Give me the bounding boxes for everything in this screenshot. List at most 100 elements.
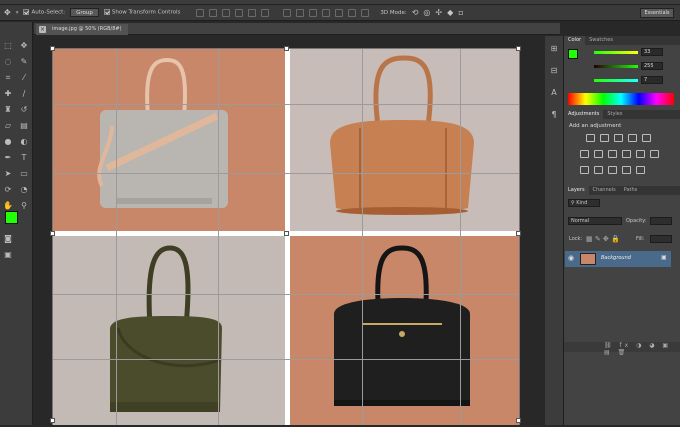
tab-styles[interactable]: Styles — [603, 110, 626, 119]
green-slider[interactable] — [594, 65, 638, 68]
history-panel-icon[interactable]: ⊞ — [549, 44, 559, 54]
paragraph-panel-icon[interactable]: ¶ — [549, 110, 559, 120]
black-white-icon[interactable] — [608, 150, 617, 158]
distribute-top-icon[interactable] — [283, 8, 292, 17]
curves-icon[interactable] — [614, 134, 623, 142]
color-lookup-icon[interactable] — [650, 150, 659, 158]
transform-handle[interactable] — [516, 418, 521, 423]
visibility-eye-icon[interactable]: ◉ — [568, 254, 574, 262]
align-top-icon[interactable] — [196, 8, 205, 17]
auto-select-dropdown[interactable]: Group — [70, 8, 99, 17]
posterize-icon[interactable] — [594, 166, 603, 174]
lasso-tool-icon[interactable]: ◌ — [3, 57, 13, 67]
brush-tool-icon[interactable]: ∕ — [19, 89, 29, 99]
show-transform-checkbox[interactable]: Show Transform Controls — [103, 9, 180, 16]
align-left-icon[interactable] — [235, 8, 244, 17]
slide-3d-icon[interactable]: ◆ — [447, 8, 453, 17]
layer-name[interactable]: Background — [601, 255, 631, 261]
drag-3d-icon[interactable]: ✢ — [435, 8, 442, 17]
blue-value[interactable]: 7 — [641, 76, 663, 84]
align-bottom-icon[interactable] — [222, 8, 231, 17]
blend-mode-dropdown[interactable]: Normal — [568, 217, 622, 225]
opacity-field[interactable] — [650, 217, 672, 225]
transform-handle[interactable] — [284, 46, 289, 51]
tab-paths[interactable]: Paths — [620, 186, 642, 195]
levels-icon[interactable] — [600, 134, 609, 142]
layer-filter-dropdown[interactable]: ⚲ Kind — [568, 199, 600, 207]
eraser-icon[interactable]: ▱ — [3, 121, 13, 131]
move-tool-icon[interactable]: ✥ — [4, 8, 11, 17]
gradient-tool-icon[interactable]: ▤ — [19, 121, 29, 131]
zoom-tool-icon[interactable]: ⚲ — [19, 201, 29, 211]
lock-icon[interactable]: ▦ ✎ ✥ 🔒 — [586, 235, 620, 243]
3d-rotate-icon[interactable]: ⟳ — [3, 185, 13, 195]
screen-mode-icon[interactable]: ▣ — [3, 250, 13, 260]
color-balance-icon[interactable] — [594, 150, 603, 158]
close-icon[interactable]: × — [39, 26, 46, 33]
tool-preset-chevron-icon[interactable]: ▾ — [16, 10, 19, 16]
scale-3d-icon[interactable]: ▫ — [458, 8, 463, 17]
fill-field[interactable] — [650, 235, 672, 243]
distribute-bottom-icon[interactable] — [309, 8, 318, 17]
tab-layers[interactable]: Layers — [564, 186, 589, 195]
transform-handle[interactable] — [284, 231, 289, 236]
shape-tool-icon[interactable]: ▭ — [19, 169, 29, 179]
eyedropper-icon[interactable]: ⁄ — [19, 73, 29, 83]
history-brush-icon[interactable]: ↺ — [19, 105, 29, 115]
move-tool-icon[interactable]: ✥ — [19, 41, 29, 51]
channel-mixer-icon[interactable] — [636, 150, 645, 158]
clone-stamp-icon[interactable]: ♜ — [3, 105, 13, 115]
tab-swatches[interactable]: Swatches — [585, 36, 617, 45]
fg-color-chip[interactable] — [568, 49, 578, 59]
auto-select-checkbox[interactable]: Auto-Select: — [23, 9, 65, 16]
align-vcenter-icon[interactable] — [209, 8, 218, 17]
transform-handle[interactable] — [50, 231, 55, 236]
roll-3d-icon[interactable]: ◎ — [423, 8, 430, 17]
quick-mask-icon[interactable]: ◙ — [3, 234, 13, 244]
photo-filter-icon[interactable] — [622, 150, 631, 158]
document-tab[interactable]: image.jpg @ 50% (RGB/8#) — [36, 24, 128, 35]
red-value[interactable]: 33 — [641, 48, 663, 56]
dodge-tool-icon[interactable]: ◐ — [19, 137, 29, 147]
quick-select-icon[interactable]: ✎ — [19, 57, 29, 67]
3d-camera-icon[interactable]: ◔ — [19, 185, 29, 195]
marquee-tool-icon[interactable]: ⬚ — [3, 41, 13, 51]
tab-channels[interactable]: Channels — [589, 186, 620, 195]
rotate-3d-icon[interactable]: ⟲ — [412, 8, 419, 17]
transform-handle[interactable] — [50, 46, 55, 51]
invert-icon[interactable] — [580, 166, 589, 174]
pen-tool-icon[interactable]: ✒ — [3, 153, 13, 163]
transform-handle[interactable] — [516, 231, 521, 236]
character-panel-icon[interactable]: A — [549, 88, 559, 98]
path-select-icon[interactable]: ➤ — [3, 169, 13, 179]
brightness-contrast-icon[interactable] — [586, 134, 595, 142]
color-spectrum-bar[interactable] — [568, 93, 674, 105]
distribute-right-icon[interactable] — [348, 8, 357, 17]
hue-saturation-icon[interactable] — [580, 150, 589, 158]
hand-tool-icon[interactable]: ✋ — [3, 201, 13, 211]
properties-panel-icon[interactable]: ⊟ — [549, 66, 559, 76]
healing-brush-icon[interactable]: ✚ — [3, 89, 13, 99]
document-canvas[interactable] — [50, 46, 521, 425]
blur-tool-icon[interactable]: ● — [3, 137, 13, 147]
tab-color[interactable]: Color — [564, 36, 586, 45]
exposure-icon[interactable] — [628, 134, 637, 142]
distribute-left-icon[interactable] — [322, 8, 331, 17]
blue-slider[interactable] — [594, 79, 638, 82]
auto-align-icon[interactable] — [361, 8, 370, 17]
distribute-hcenter-icon[interactable] — [335, 8, 344, 17]
workspace-switcher[interactable]: Essentials — [640, 8, 674, 18]
crop-tool-icon[interactable]: ⌗ — [3, 73, 13, 83]
green-value[interactable]: 255 — [641, 62, 663, 70]
tab-adjustments[interactable]: Adjustments — [564, 110, 604, 119]
vibrance-icon[interactable] — [642, 134, 651, 142]
gradient-map-icon[interactable] — [636, 166, 645, 174]
threshold-icon[interactable] — [608, 166, 617, 174]
align-right-icon[interactable] — [261, 8, 270, 17]
transform-handle[interactable] — [50, 418, 55, 423]
red-slider[interactable] — [594, 51, 638, 54]
distribute-vcenter-icon[interactable] — [296, 8, 305, 17]
selective-color-icon[interactable] — [622, 166, 631, 174]
type-tool-icon[interactable]: T — [19, 153, 29, 163]
transform-handle[interactable] — [516, 46, 521, 51]
